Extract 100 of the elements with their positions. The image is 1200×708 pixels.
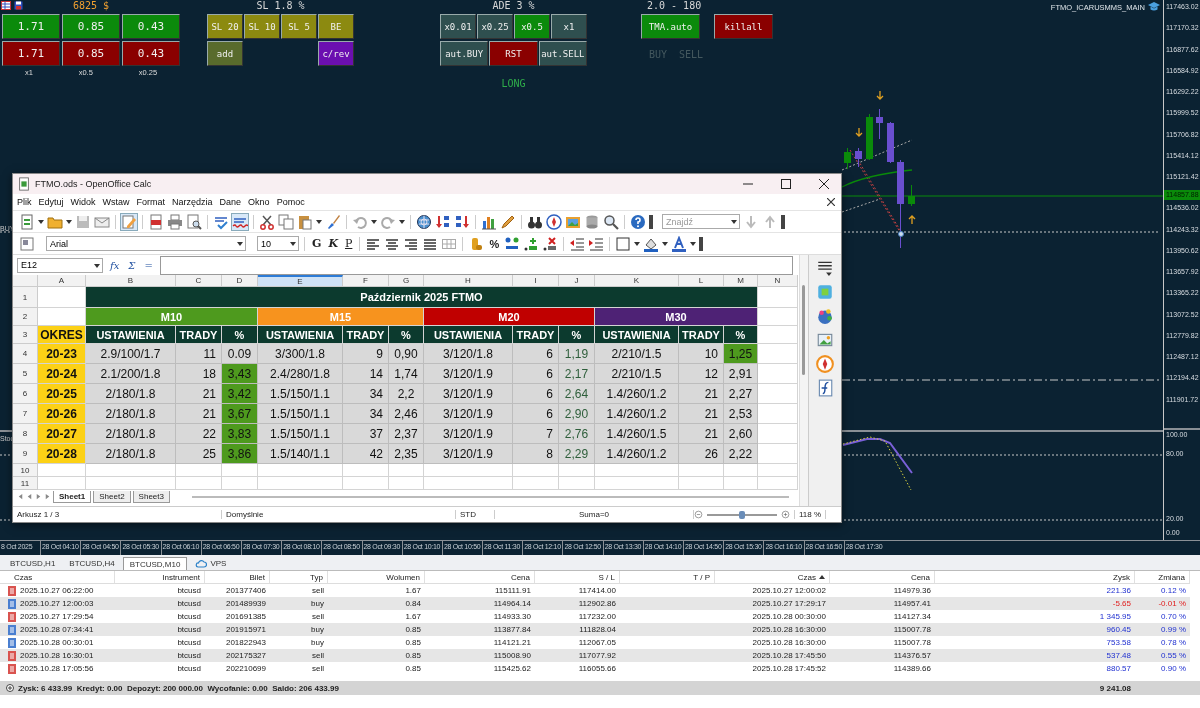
caret-icon[interactable] bbox=[316, 219, 322, 224]
compass-icon[interactable] bbox=[546, 213, 562, 230]
caret-icon[interactable] bbox=[290, 242, 296, 246]
column-header[interactable]: K bbox=[595, 275, 679, 287]
sheet-tab[interactable]: Sheet3 bbox=[132, 490, 170, 503]
panel-button[interactable]: 0.43 bbox=[122, 14, 180, 39]
table-row[interactable]: 2025.10.27 12:00:03 btcusd 201489939 buy 0.84 114964.14 112902.86 2025.10.27 17:29:17 114957.41 -5.65 -0.01 % bbox=[0, 597, 1190, 610]
caret-icon[interactable] bbox=[634, 241, 641, 246]
close-icon[interactable] bbox=[827, 198, 835, 206]
row-header[interactable]: 8 bbox=[13, 424, 38, 444]
row-header[interactable]: 5 bbox=[13, 364, 38, 384]
zoom-in-icon[interactable] bbox=[781, 510, 790, 519]
panel-button[interactable]: RST bbox=[489, 41, 538, 66]
styles-icon[interactable] bbox=[19, 235, 35, 252]
panel-button[interactable]: aut.BUY bbox=[440, 41, 489, 66]
column-header[interactable]: I bbox=[513, 275, 559, 287]
save-icon[interactable] bbox=[14, 1, 23, 10]
column-header[interactable]: G bbox=[389, 275, 424, 287]
function-icon[interactable] bbox=[816, 379, 834, 397]
column-header[interactable]: F bbox=[343, 275, 389, 287]
font-color-icon[interactable] bbox=[671, 235, 688, 252]
paintbrush-icon[interactable] bbox=[325, 213, 341, 230]
number-format-icon[interactable] bbox=[504, 235, 521, 252]
panel-button[interactable]: 1.71 bbox=[2, 41, 60, 66]
autospell-icon[interactable] bbox=[232, 213, 248, 230]
grid-icon[interactable] bbox=[1, 1, 11, 10]
panel-button[interactable]: c/rev bbox=[318, 41, 354, 66]
column-header[interactable]: L bbox=[679, 275, 724, 287]
picture-icon[interactable] bbox=[816, 331, 834, 349]
row-header[interactable]: 10 bbox=[13, 464, 38, 477]
caret-icon[interactable] bbox=[399, 219, 405, 224]
palette-icon[interactable] bbox=[816, 307, 834, 325]
database-icon[interactable] bbox=[584, 213, 600, 230]
row-header[interactable]: 9 bbox=[13, 444, 38, 464]
caret-icon[interactable] bbox=[371, 219, 377, 224]
row-header[interactable]: 6 bbox=[13, 384, 38, 404]
horizontal-scrollbar[interactable] bbox=[191, 495, 789, 498]
sort-ascending-icon[interactable] bbox=[435, 213, 451, 230]
panel-button[interactable]: x0.5 bbox=[514, 14, 550, 39]
formula-button[interactable]: Σ bbox=[126, 259, 138, 271]
column-header[interactable]: N bbox=[758, 275, 798, 287]
column-header[interactable]: A bbox=[38, 275, 86, 287]
caret-icon[interactable] bbox=[662, 241, 669, 246]
formula-input[interactable] bbox=[159, 255, 793, 275]
scissors-icon[interactable] bbox=[259, 213, 275, 230]
caret-icon[interactable] bbox=[38, 219, 44, 224]
chart-tab[interactable]: VPS bbox=[189, 557, 233, 570]
paste-icon[interactable] bbox=[297, 213, 313, 230]
font-size-field[interactable]: 10 bbox=[257, 236, 299, 251]
menu-item[interactable]: Okno bbox=[248, 197, 270, 207]
row-header[interactable]: 1 bbox=[13, 287, 38, 308]
globe-icon[interactable] bbox=[416, 213, 432, 230]
menu-item[interactable]: Widok bbox=[70, 197, 96, 207]
panel-button[interactable]: aut.SELL bbox=[538, 41, 587, 66]
column-header[interactable]: E bbox=[258, 275, 343, 287]
panel-button[interactable]: x1 bbox=[551, 14, 587, 39]
row-header[interactable]: 3 bbox=[13, 326, 38, 344]
menu-item[interactable]: Pomoc bbox=[276, 197, 305, 207]
menu-item[interactable]: Wstaw bbox=[102, 197, 130, 207]
panel-button[interactable]: killall bbox=[714, 14, 773, 39]
panel-button[interactable]: TMA.auto bbox=[641, 14, 700, 39]
column-header[interactable]: J bbox=[559, 275, 595, 287]
menu-item[interactable]: Narzędzia bbox=[172, 197, 213, 207]
sort-descending-icon[interactable] bbox=[454, 213, 470, 230]
panel-button[interactable]: 0.85 bbox=[62, 14, 120, 39]
row-header[interactable]: 7 bbox=[13, 404, 38, 424]
sheet-tab[interactable]: Sheet1 bbox=[53, 490, 92, 503]
panel-button[interactable]: 0.85 bbox=[62, 41, 120, 66]
chart-tab[interactable]: BTCUSD,H1 bbox=[4, 557, 62, 570]
chart-tab[interactable]: BTCUSD,M10 bbox=[122, 557, 188, 570]
row-header[interactable]: 4 bbox=[13, 344, 38, 364]
caret-icon[interactable] bbox=[690, 241, 697, 246]
menu-item[interactable]: Format bbox=[136, 197, 166, 207]
row-header[interactable]: 11 bbox=[13, 477, 38, 490]
menu-item[interactable]: Plik bbox=[17, 197, 32, 207]
column-header[interactable]: M bbox=[724, 275, 758, 287]
column-header[interactable]: H bbox=[424, 275, 513, 287]
caret-icon[interactable] bbox=[731, 220, 737, 224]
table-row[interactable]: 2025.10.28 07:34:41 btcusd 201915971 buy 0.85 113877.84 111828.04 2025.10.28 16:30:00 115007.78 960.45 0.99 % bbox=[0, 623, 1190, 636]
menu-item[interactable]: Dane bbox=[219, 197, 242, 207]
increase-indent-icon[interactable] bbox=[588, 235, 605, 252]
table-row[interactable]: 2025.10.28 16:30:01 btcusd 202175327 sell 0.85 115008.90 117077.92 2025.10.28 17:45:50 114376.57 537.48 0.55 % bbox=[0, 649, 1190, 662]
caret-icon[interactable] bbox=[237, 242, 243, 246]
page-preview-icon[interactable] bbox=[186, 213, 202, 230]
percent-button[interactable]: % bbox=[487, 237, 502, 250]
format-button[interactable]: P bbox=[342, 237, 355, 250]
panel-button[interactable]: x0.25 bbox=[477, 14, 513, 39]
caret-icon[interactable] bbox=[66, 219, 72, 224]
formula-button[interactable]: fx bbox=[108, 259, 122, 271]
delete-decimal-icon[interactable] bbox=[542, 235, 559, 252]
panel-button[interactable]: 0.43 bbox=[122, 41, 180, 66]
column-header[interactable]: B bbox=[86, 275, 176, 287]
column-header[interactable]: C bbox=[176, 275, 222, 287]
chart-tab[interactable]: BTCUSD,H4 bbox=[63, 557, 121, 570]
print-icon[interactable] bbox=[167, 213, 183, 230]
caret-icon[interactable] bbox=[94, 263, 100, 268]
zoom-out-icon[interactable] bbox=[694, 510, 703, 519]
format-button[interactable]: K bbox=[326, 237, 340, 250]
sheet-tab[interactable]: Sheet2 bbox=[93, 490, 131, 503]
panel-button[interactable]: add bbox=[207, 41, 243, 66]
